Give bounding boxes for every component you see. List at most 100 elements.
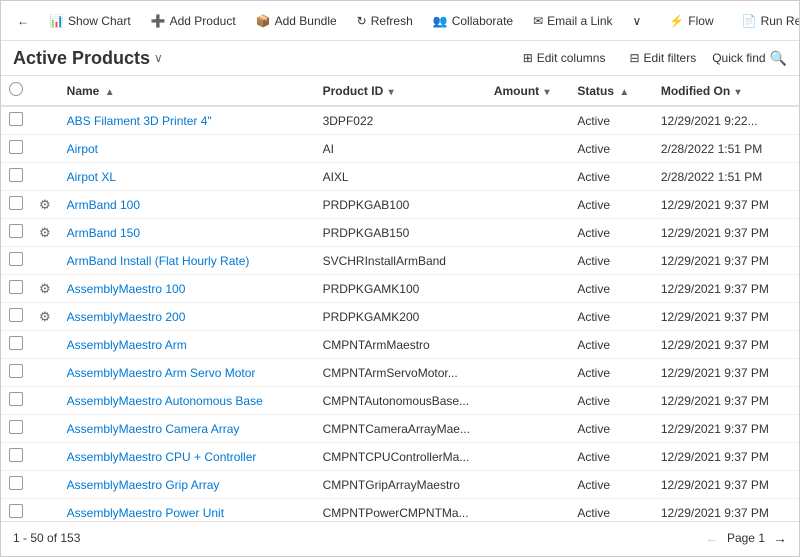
quick-find-wrap: Quick find 🔍 [712, 50, 787, 67]
table-row: AssemblyMaestro Arm CMPNTArmMaestro Active… [1, 331, 799, 359]
edit-columns-button[interactable]: ⊞ Edit columns [515, 47, 614, 69]
row-icon-cell: ⚙ [31, 219, 59, 247]
row-product-id-cell: PRDPKGAMK200 [315, 303, 486, 331]
row-checkbox-cell [1, 499, 31, 522]
row-name-cell: AssemblyMaestro CPU + Controller [59, 443, 315, 471]
product-name-link[interactable]: AssemblyMaestro Camera Array [67, 422, 240, 436]
kit-icon: ⚙ [39, 225, 51, 240]
row-amount-cell [486, 471, 570, 499]
row-checkbox[interactable] [9, 112, 23, 126]
product-name-link[interactable]: AssemblyMaestro Arm [67, 338, 187, 352]
email-chevron-button[interactable]: ∨ [625, 10, 650, 32]
row-checkbox[interactable] [9, 308, 23, 322]
row-product-id-cell: CMPNTArmMaestro [315, 331, 486, 359]
row-modified-cell: 12/29/2021 9:37 PM [653, 415, 799, 443]
prev-page-button[interactable]: ← [705, 530, 719, 546]
table-footer: 1 - 50 of 153 ← Page 1 → [1, 521, 799, 553]
product-name-link[interactable]: ABS Filament 3D Printer 4" [67, 114, 212, 128]
row-checkbox[interactable] [9, 364, 23, 378]
list-header: Active Products ∨ ⊞ Edit columns ⊟ Edit … [1, 41, 799, 76]
row-amount-cell [486, 331, 570, 359]
row-product-id-cell: CMPNTArmServoMotor... [315, 359, 486, 387]
table-body: ABS Filament 3D Printer 4"3DPF022Active1… [1, 106, 799, 521]
row-checkbox[interactable] [9, 168, 23, 182]
products-table: Name ▲ Product ID ▾ Amount ▾ Status ▲ Mo… [1, 76, 799, 521]
col-header-modified-on[interactable]: Modified On ▾ [653, 76, 799, 106]
row-name-cell: AssemblyMaestro Arm [59, 331, 315, 359]
back-icon: ← [17, 14, 29, 28]
row-checkbox[interactable] [9, 504, 23, 518]
product-name-link[interactable]: ArmBand 150 [67, 226, 140, 240]
col-header-name[interactable]: Name ▲ [59, 76, 315, 106]
add-bundle-button[interactable]: 📦 Add Bundle [248, 10, 345, 32]
product-id-sort-icon: ▾ [389, 87, 394, 98]
row-checkbox-cell [1, 275, 31, 303]
product-name-link[interactable]: ArmBand 100 [67, 198, 140, 212]
product-name-link[interactable]: AssemblyMaestro Arm Servo Motor [67, 366, 256, 380]
edit-filters-button[interactable]: ⊟ Edit filters [621, 47, 704, 69]
back-button[interactable]: ← [9, 10, 37, 32]
table-row: ArmBand Install (Flat Hourly Rate)SVCHRI… [1, 247, 799, 275]
row-modified-cell: 12/29/2021 9:37 PM [653, 191, 799, 219]
row-product-id-cell: PRDPKGAB100 [315, 191, 486, 219]
product-name-link[interactable]: Airpot [67, 142, 98, 156]
kit-icon: ⚙ [39, 197, 51, 212]
title-chevron-icon[interactable]: ∨ [154, 51, 163, 65]
row-status-cell: Active [569, 499, 653, 522]
row-checkbox[interactable] [9, 476, 23, 490]
row-checkbox-cell [1, 415, 31, 443]
row-checkbox[interactable] [9, 280, 23, 294]
email-link-button[interactable]: ✉ Email a Link [525, 10, 620, 32]
row-checkbox[interactable] [9, 224, 23, 238]
col-header-check[interactable] [1, 76, 31, 106]
show-chart-button[interactable]: 📊 Show Chart [41, 10, 139, 32]
flow-button[interactable]: ⚡ Flow [661, 10, 721, 32]
next-page-button[interactable]: → [773, 530, 787, 546]
add-product-button[interactable]: ➕ Add Product [143, 10, 244, 32]
row-product-id-cell: CMPNTGripArrayMaestro [315, 471, 486, 499]
row-status-cell: Active [569, 135, 653, 163]
row-checkbox[interactable] [9, 420, 23, 434]
page-title: Active Products [13, 48, 150, 69]
row-checkbox[interactable] [9, 392, 23, 406]
search-icon[interactable]: 🔍 [770, 50, 787, 67]
collaborate-icon: 👥 [433, 14, 448, 28]
product-name-link[interactable]: AssemblyMaestro Autonomous Base [67, 394, 263, 408]
row-status-cell: Active [569, 331, 653, 359]
row-modified-cell: 12/29/2021 9:37 PM [653, 499, 799, 522]
add-bundle-icon: 📦 [256, 14, 271, 28]
flow-icon: ⚡ [669, 14, 684, 28]
row-amount-cell [486, 387, 570, 415]
table-row: AssemblyMaestro Power UnitCMPNTPowerCMPN… [1, 499, 799, 522]
product-name-link[interactable]: AssemblyMaestro 100 [67, 282, 186, 296]
product-name-link[interactable]: ArmBand Install (Flat Hourly Rate) [67, 254, 250, 268]
row-amount-cell [486, 415, 570, 443]
table-row: AssemblyMaestro Arm Servo Motor CMPNTArmS… [1, 359, 799, 387]
row-checkbox[interactable] [9, 140, 23, 154]
product-name-link[interactable]: AssemblyMaestro Power Unit [67, 506, 224, 520]
main-toolbar: ← 📊 Show Chart ➕ Add Product 📦 Add Bundl… [1, 1, 799, 41]
row-name-cell: AssemblyMaestro Power Unit [59, 499, 315, 522]
product-name-link[interactable]: AssemblyMaestro CPU + Controller [67, 450, 257, 464]
product-name-link[interactable]: Airpot XL [67, 170, 116, 184]
row-checkbox[interactable] [9, 336, 23, 350]
row-modified-cell: 12/29/2021 9:37 PM [653, 247, 799, 275]
product-name-link[interactable]: AssemblyMaestro 200 [67, 310, 186, 324]
row-checkbox[interactable] [9, 448, 23, 462]
row-checkbox-cell [1, 303, 31, 331]
col-header-product-id[interactable]: Product ID ▾ [315, 76, 486, 106]
run-report-button[interactable]: 📄 Run Report [734, 10, 800, 32]
row-product-id-cell: CMPNTAutonomousBase... [315, 387, 486, 415]
col-header-amount[interactable]: Amount ▾ [486, 76, 570, 106]
refresh-button[interactable]: ↻ Refresh [349, 10, 421, 32]
row-checkbox[interactable] [9, 252, 23, 266]
product-name-link[interactable]: AssemblyMaestro Grip Array [67, 478, 220, 492]
row-status-cell: Active [569, 275, 653, 303]
table-row: ⚙ArmBand 150PRDPKGAB150Active12/29/2021 … [1, 219, 799, 247]
row-modified-cell: 12/29/2021 9:37 PM [653, 303, 799, 331]
col-header-status[interactable]: Status ▲ [569, 76, 653, 106]
collaborate-button[interactable]: 👥 Collaborate [425, 10, 521, 32]
row-checkbox[interactable] [9, 196, 23, 210]
row-checkbox-cell [1, 106, 31, 135]
select-all-radio[interactable] [9, 82, 23, 96]
